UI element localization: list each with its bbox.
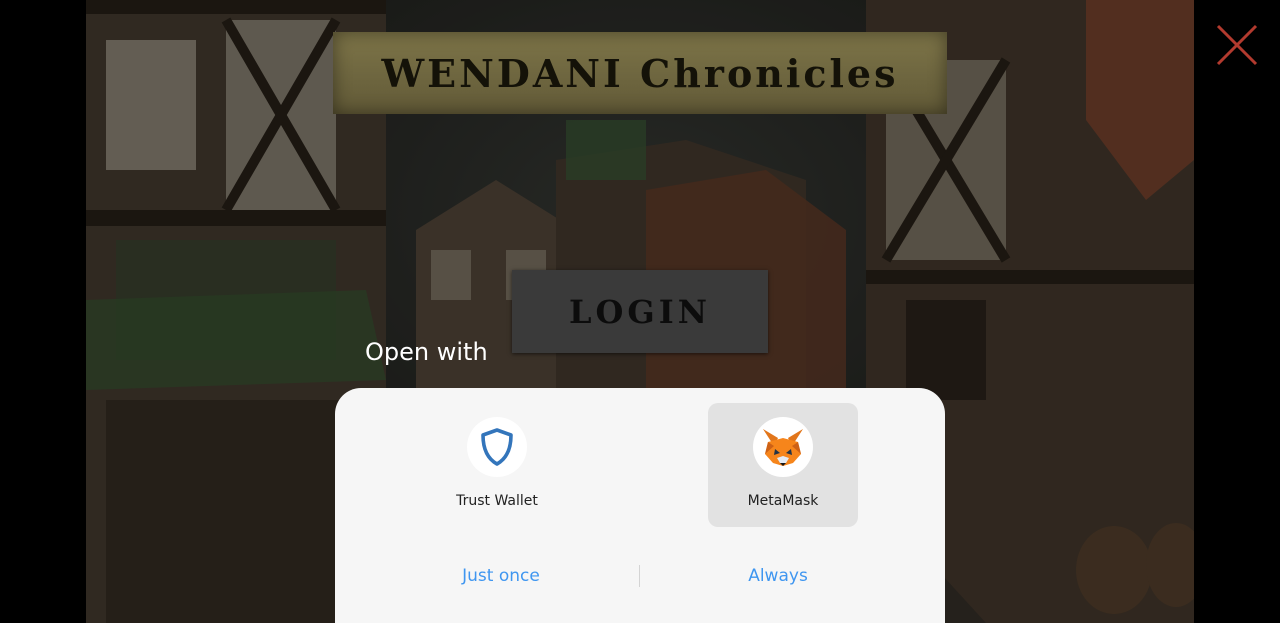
app-option-trust-wallet[interactable]: Trust Wallet <box>422 403 572 527</box>
close-button[interactable] <box>1214 22 1260 68</box>
app-option-metamask[interactable]: MetaMask <box>708 403 858 527</box>
open-with-sheet: Trust Wallet MetaMask Just once Always <box>335 388 945 623</box>
trust-wallet-shield-icon <box>467 417 527 477</box>
screen: WENDANI Chronicles LOGIN Open with Trust… <box>0 0 1280 623</box>
metamask-fox-icon <box>753 417 813 477</box>
app-label-metamask: MetaMask <box>747 493 819 509</box>
login-button-label: LOGIN <box>569 292 711 331</box>
app-label-trust-wallet: Trust Wallet <box>456 493 538 509</box>
close-icon <box>1216 24 1258 66</box>
action-row: Just once Always <box>335 558 945 594</box>
always-button[interactable]: Always <box>678 558 878 594</box>
just-once-button[interactable]: Just once <box>401 558 601 594</box>
login-button[interactable]: LOGIN <box>512 270 768 353</box>
game-title-banner: WENDANI Chronicles <box>333 32 947 114</box>
game-title: WENDANI Chronicles <box>381 50 899 96</box>
action-divider <box>639 565 640 587</box>
open-with-title: Open with <box>365 338 488 366</box>
